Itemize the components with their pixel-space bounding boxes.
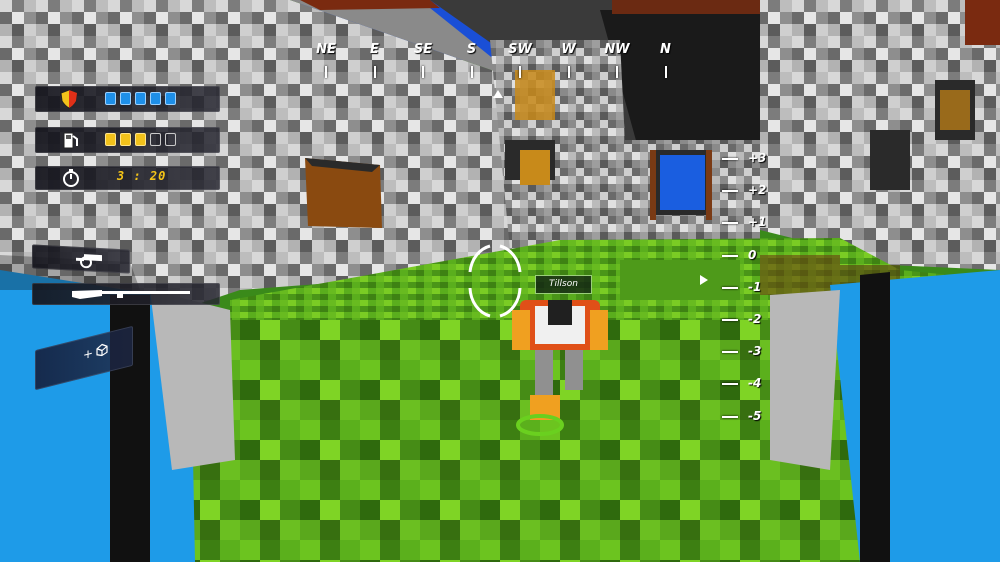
compass-heading-s: S — [466, 42, 477, 57]
fuel-pump-icon — [63, 132, 78, 149]
compass-tick — [664, 66, 667, 78]
shield-pips — [105, 92, 176, 105]
target-nametag: Tillson — [535, 275, 592, 294]
fuel-pip — [165, 133, 176, 146]
compass-tick — [470, 66, 473, 78]
heading-pointer-icon — [493, 90, 503, 98]
compass-tick — [519, 66, 521, 78]
fuel-pip — [150, 133, 161, 146]
stopwatch-icon — [63, 169, 79, 187]
compass-tick — [422, 66, 424, 78]
crosshair-icon — [468, 244, 522, 318]
compass-tick — [616, 66, 618, 78]
cannon-icon — [76, 254, 102, 269]
fuel-pip — [120, 133, 131, 146]
compass-tick — [567, 66, 570, 78]
shield-pip — [150, 92, 161, 105]
compass-heading-nw: NW — [604, 42, 630, 57]
add-block-icon — [96, 343, 108, 357]
add-block-label: + — [83, 345, 94, 363]
fuel-pip — [105, 133, 116, 146]
shield-icon — [60, 89, 78, 109]
shield-pip — [105, 92, 116, 105]
fuel-pips — [105, 133, 176, 146]
compass-heading-ne: NE — [316, 42, 336, 57]
shield-pip — [135, 92, 146, 105]
weapon-slot-cannon[interactable] — [32, 244, 130, 274]
compass-heading-sw: SW — [508, 42, 532, 57]
compass-heading-e: E — [370, 42, 379, 57]
shield-status — [35, 86, 220, 112]
pitch-pointer-icon — [700, 275, 708, 285]
fuel-pip — [135, 133, 146, 146]
compass-heading-n: N — [660, 42, 671, 57]
compass-tick — [373, 66, 376, 78]
timer-status: 3 : 20 — [35, 166, 220, 190]
compass-tick — [325, 66, 327, 78]
shield-pip — [120, 92, 131, 105]
compass-strip: NE E SE S SW W NW N — [0, 0, 1000, 100]
timer-value: 3 : 20 — [117, 169, 167, 183]
rifle-icon — [72, 290, 190, 299]
fuel-status — [35, 127, 220, 153]
shield-pip — [165, 92, 176, 105]
weapon-slot-rifle[interactable] — [32, 283, 220, 305]
compass-heading-se: SE — [413, 42, 433, 57]
compass-heading-w: W — [561, 42, 576, 57]
